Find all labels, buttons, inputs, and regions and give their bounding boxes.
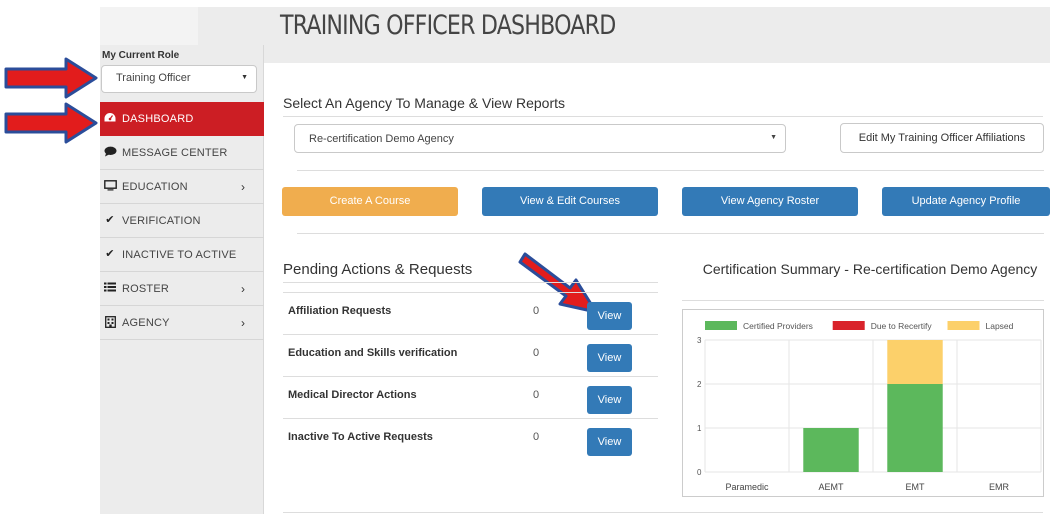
chevron-right-icon: › (241, 180, 246, 194)
y-tick-label: 0 (697, 468, 702, 477)
legend-swatch (832, 321, 865, 330)
sidebar-item-label: EDUCATION (122, 181, 188, 193)
page-title: TRAINING OFFICER DASHBOARD (280, 10, 616, 41)
legend-swatch (947, 321, 980, 330)
view-button[interactable]: View (587, 386, 632, 414)
table-row: Affiliation Requests 0 View (283, 292, 658, 334)
sidebar-item-label: DASHBOARD (122, 113, 194, 125)
certification-chart: 0 1 2 3 Paramedic AEMT EMT EMR Certified Provide… (682, 309, 1044, 497)
check-icon: ✔ (105, 214, 115, 226)
caret-down-icon: ▼ (241, 74, 248, 81)
agency-section-title: Select An Agency To Manage & View Report… (283, 95, 565, 111)
sidebar-item-verification[interactable]: ✔ VERIFICATION (100, 204, 264, 238)
sidebar-item-agency[interactable]: AGENCY › (100, 306, 264, 340)
chart-title: Certification Summary - Re-certification… (702, 261, 1038, 277)
x-tick-label: AEMT (818, 482, 844, 492)
table-row: Medical Director Actions 0 View (283, 376, 658, 418)
sidebar-item-label: VERIFICATION (122, 215, 201, 227)
y-tick-label: 2 (697, 380, 702, 389)
divider (297, 233, 1044, 234)
logo-placeholder (100, 7, 198, 45)
sidebar-item-education[interactable]: EDUCATION › (100, 170, 264, 204)
legend-swatch (705, 321, 737, 330)
dashboard-icon (103, 112, 117, 124)
x-tick-label: EMT (906, 482, 926, 492)
role-select[interactable]: Training Officer ▼ (101, 65, 257, 93)
divider (297, 170, 1044, 171)
request-count: 0 (533, 305, 540, 317)
divider (283, 512, 1043, 513)
annotation-arrow-role (4, 57, 98, 99)
chevron-right-icon: › (241, 282, 246, 296)
table-row: Education and Skills verification 0 View (283, 334, 658, 376)
bar (887, 384, 943, 472)
table-row: Inactive To Active Requests 0 View (283, 418, 658, 460)
request-count: 0 (533, 431, 540, 443)
request-count: 0 (533, 389, 540, 401)
agency-select[interactable]: Re-certification Demo Agency ▼ (294, 124, 786, 153)
edit-affiliations-button[interactable]: Edit My Training Officer Affiliations (840, 123, 1044, 153)
check-icon: ✔ (105, 248, 115, 260)
annotation-arrow-dashboard (4, 102, 98, 144)
chevron-right-icon: › (241, 316, 246, 330)
y-tick-label: 1 (697, 424, 702, 433)
view-button[interactable]: View (587, 428, 632, 456)
x-tick-label: EMR (989, 482, 1010, 492)
bar (887, 340, 943, 384)
sidebar-item-message-center[interactable]: MESSAGE CENTER (100, 136, 264, 170)
bar (803, 428, 859, 472)
divider (283, 282, 658, 283)
monitor-icon (103, 180, 117, 192)
agency-select-value: Re-certification Demo Agency (309, 133, 454, 145)
sidebar-item-label: MESSAGE CENTER (122, 147, 228, 159)
chart-canvas: 0 1 2 3 Paramedic AEMT EMT EMR Certified Provide… (697, 321, 1042, 492)
sidebar-item-dashboard[interactable]: DASHBOARD (100, 102, 264, 136)
legend-label: Due to Recertify (871, 321, 933, 331)
sidebar-item-roster[interactable]: ROSTER › (100, 272, 264, 306)
create-course-button[interactable]: Create A Course (282, 187, 458, 216)
view-edit-courses-button[interactable]: View & Edit Courses (482, 187, 658, 216)
sidebar-item-inactive-to-active[interactable]: ✔ INACTIVE TO ACTIVE (100, 238, 264, 272)
caret-down-icon: ▼ (770, 134, 777, 141)
sidebar-item-label: AGENCY (122, 317, 170, 329)
request-name: Inactive To Active Requests (288, 431, 433, 443)
x-tick-label: Paramedic (725, 482, 769, 492)
legend-label: Certified Providers (743, 321, 813, 331)
y-tick-label: 3 (697, 336, 702, 345)
role-select-value: Training Officer (116, 72, 191, 84)
role-label: My Current Role (102, 50, 180, 61)
update-profile-button[interactable]: Update Agency Profile (882, 187, 1050, 216)
view-button[interactable]: View (587, 344, 632, 372)
request-name: Affiliation Requests (288, 305, 392, 317)
building-icon (103, 316, 117, 328)
sidebar-item-label: ROSTER (122, 283, 170, 295)
pending-title: Pending Actions & Requests (283, 261, 473, 278)
request-name: Education and Skills verification (288, 347, 458, 359)
list-icon (103, 282, 117, 294)
divider (283, 116, 1043, 117)
divider (682, 300, 1044, 301)
view-roster-button[interactable]: View Agency Roster (682, 187, 858, 216)
request-name: Medical Director Actions (288, 389, 417, 401)
request-count: 0 (533, 347, 540, 359)
legend-label: Lapsed (986, 321, 1014, 331)
sidebar: My Current Role Training Officer ▼ DASHB… (100, 45, 264, 514)
sidebar-item-label: INACTIVE TO ACTIVE (122, 249, 237, 261)
comment-icon (103, 146, 117, 158)
view-button[interactable]: View (587, 302, 632, 330)
